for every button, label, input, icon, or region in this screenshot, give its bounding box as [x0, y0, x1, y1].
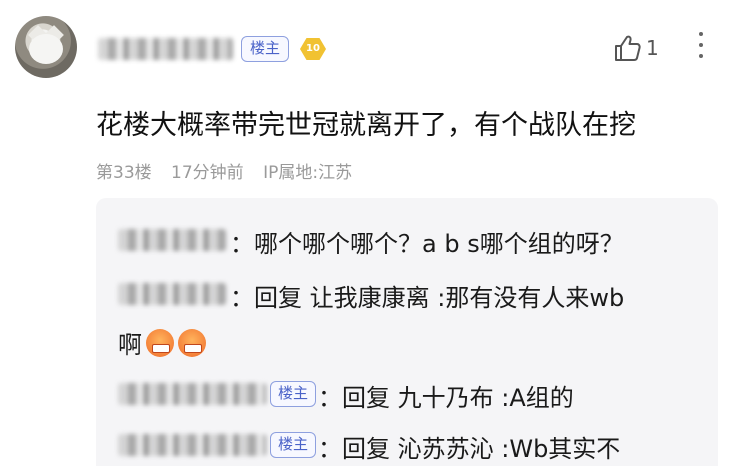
thumbs-up-icon[interactable]: [612, 33, 642, 63]
owner-tag: 楼主: [270, 381, 317, 407]
owner-tag: 楼主: [270, 432, 317, 458]
blurred-reply-username[interactable]: [118, 383, 266, 405]
like-count: 1: [646, 36, 659, 60]
floor-number: 第33楼: [96, 163, 152, 183]
blurred-username[interactable]: [98, 38, 233, 60]
text-fade-overlay: [660, 420, 718, 466]
reply-text: 回复 让我康康离 :那有没有人来wb: [254, 284, 625, 312]
more-options-icon[interactable]: [697, 32, 705, 62]
reply-item[interactable]: ：回复 九十乃布 :A组的: [318, 378, 574, 413]
post-meta: 第33楼 17分钟前 IP属地:江苏: [96, 158, 366, 183]
level-badge: 10: [300, 38, 326, 60]
blurred-reply-username[interactable]: [118, 229, 226, 251]
angry-face-icon: [146, 329, 174, 357]
reply-item[interactable]: ：哪个哪个哪个？a b s哪个组的呀？: [230, 224, 624, 259]
owner-tag: 楼主: [241, 36, 290, 62]
post-time: 17分钟前: [171, 163, 244, 183]
reply-text: 回复 九十乃布 :A组的: [342, 384, 574, 412]
reply-text: 哪个哪个哪个？a b s哪个组的呀？: [254, 230, 624, 258]
user-avatar[interactable]: [15, 16, 77, 78]
reply-item[interactable]: ：回复 沁苏苏沁 :Wb其实不: [318, 429, 620, 464]
blurred-reply-username[interactable]: [118, 434, 266, 456]
reply-item-continuation: 啊: [118, 325, 206, 360]
reply-item[interactable]: ：回复 让我康康离 :那有没有人来wb: [230, 278, 624, 313]
blurred-reply-username[interactable]: [118, 283, 226, 305]
post-content: 花楼大概率带完世冠就离开了，有个战队在挖: [96, 110, 636, 141]
reply-text: 啊: [118, 331, 142, 359]
angry-face-icon: [178, 329, 206, 357]
ip-location: IP属地:江苏: [263, 163, 353, 183]
reply-text: 回复 沁苏苏沁 :Wb其实不: [342, 435, 621, 463]
